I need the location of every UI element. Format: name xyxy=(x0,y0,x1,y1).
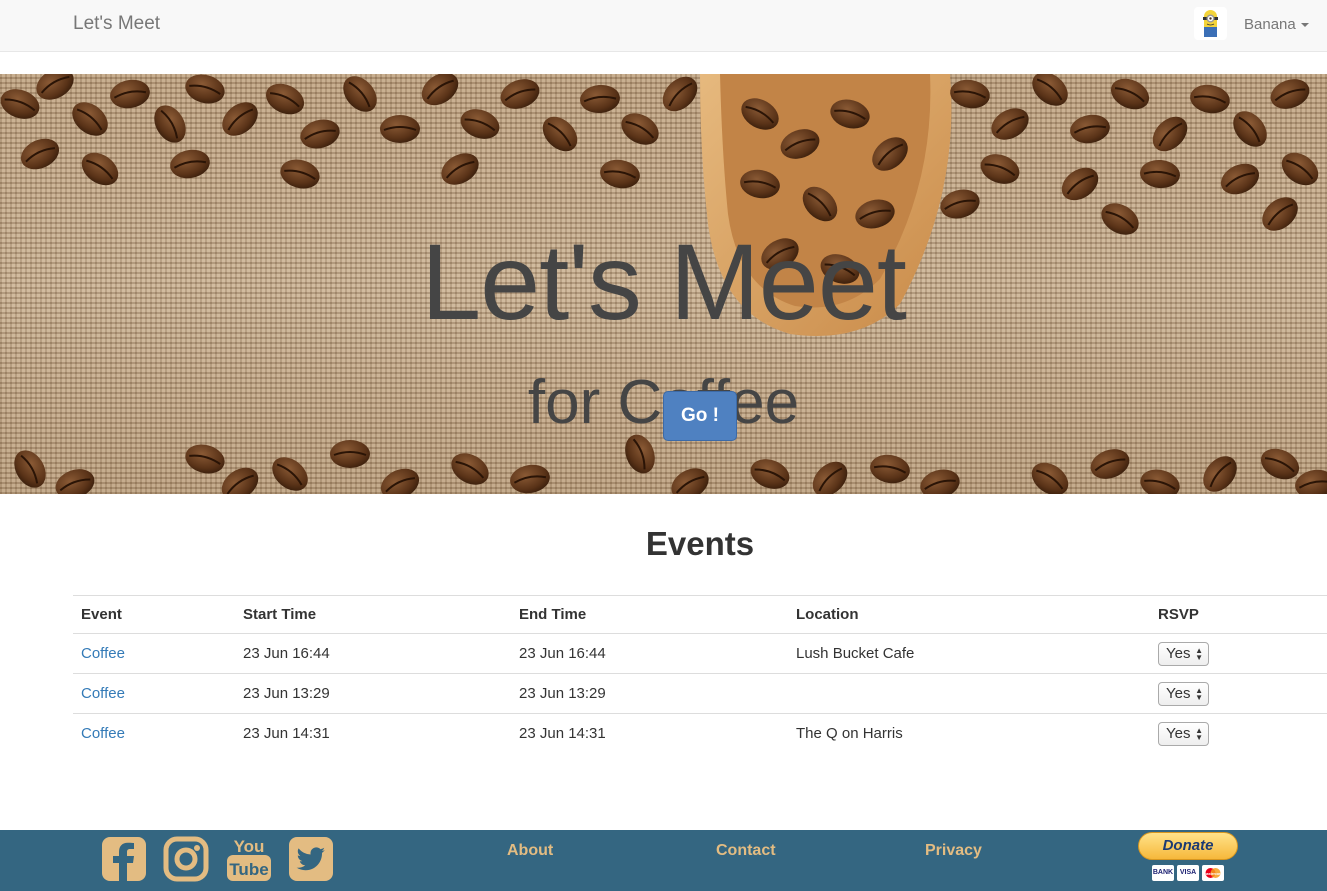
rsvp-select[interactable]: Yes ▲ ▼ xyxy=(1158,681,1209,706)
top-navbar: Let's Meet Banana xyxy=(0,0,1327,52)
end-time-cell: 23 Jun 16:44 xyxy=(511,633,788,674)
column-header-rsvp: RSVP xyxy=(1150,595,1327,634)
visa-card-icon: VISA xyxy=(1177,865,1199,881)
location-cell: Lush Bucket Cafe xyxy=(788,633,1150,674)
bank-card-icon: BANK xyxy=(1152,865,1174,881)
footer: You Tube About Contact Privacy Donate BA… xyxy=(0,830,1327,891)
start-time-cell: 23 Jun 13:29 xyxy=(235,673,511,714)
events-table: Event Start Time End Time Location RSVP … xyxy=(73,595,1327,754)
events-heading: Events xyxy=(645,525,755,562)
end-time-cell: 23 Jun 13:29 xyxy=(511,673,788,714)
footer-link-contact[interactable]: Contact xyxy=(716,842,776,860)
footer-link-about[interactable]: About xyxy=(507,842,553,860)
facebook-icon[interactable] xyxy=(100,835,148,883)
event-link[interactable]: Coffee xyxy=(81,725,125,742)
event-link[interactable]: Coffee xyxy=(81,685,125,702)
instagram-icon[interactable] xyxy=(162,835,210,883)
column-header-start-time: Start Time xyxy=(235,595,511,634)
payment-cards: BANK VISA mastercard xyxy=(1152,865,1224,881)
select-arrows-icon: ▲ ▼ xyxy=(1195,725,1203,742)
donate-button[interactable]: Donate xyxy=(1138,832,1238,860)
table-header-row: Event Start Time End Time Location RSVP xyxy=(73,595,1327,634)
column-header-location: Location xyxy=(788,595,1150,634)
start-time-cell: 23 Jun 14:31 xyxy=(235,713,511,754)
footer-link-privacy[interactable]: Privacy xyxy=(925,842,982,860)
end-time-cell: 23 Jun 14:31 xyxy=(511,713,788,754)
event-link[interactable]: Coffee xyxy=(81,645,125,662)
select-arrows-icon: ▲ ▼ xyxy=(1195,645,1203,662)
mastercard-icon: mastercard xyxy=(1202,865,1224,881)
column-header-end-time: End Time xyxy=(511,595,788,634)
hero-title: Let's Meet xyxy=(421,221,907,342)
twitter-icon[interactable] xyxy=(287,835,335,883)
go-button[interactable]: Go ! xyxy=(663,391,737,441)
youtube-you-text: You xyxy=(234,837,265,856)
table-row: Coffee 23 Jun 14:31 23 Jun 14:31 The Q o… xyxy=(73,713,1327,754)
rsvp-select[interactable]: Yes ▲ ▼ xyxy=(1158,641,1209,666)
table-row: Coffee 23 Jun 13:29 23 Jun 13:29 Yes ▲ ▼ xyxy=(73,673,1327,714)
table-row: Coffee 23 Jun 16:44 23 Jun 16:44 Lush Bu… xyxy=(73,633,1327,674)
rsvp-value: Yes xyxy=(1166,644,1191,662)
user-name: Banana xyxy=(1244,16,1296,33)
youtube-tube-text: Tube xyxy=(229,860,268,879)
minion-avatar-icon[interactable] xyxy=(1194,7,1227,40)
location-cell xyxy=(788,673,1150,714)
start-time-cell: 23 Jun 16:44 xyxy=(235,633,511,674)
youtube-icon[interactable]: You Tube xyxy=(225,835,273,883)
rsvp-value: Yes xyxy=(1166,684,1191,702)
user-menu-toggle[interactable]: Banana xyxy=(1244,16,1309,33)
mastercard-label: mastercard xyxy=(1204,872,1223,876)
location-cell: The Q on Harris xyxy=(788,713,1150,754)
caret-down-icon xyxy=(1300,23,1309,28)
rsvp-value: Yes xyxy=(1166,724,1191,742)
select-arrows-icon: ▲ ▼ xyxy=(1195,685,1203,702)
brand-link[interactable]: Let's Meet xyxy=(73,13,160,35)
column-header-event: Event xyxy=(73,595,235,634)
rsvp-select[interactable]: Yes ▲ ▼ xyxy=(1158,721,1209,746)
